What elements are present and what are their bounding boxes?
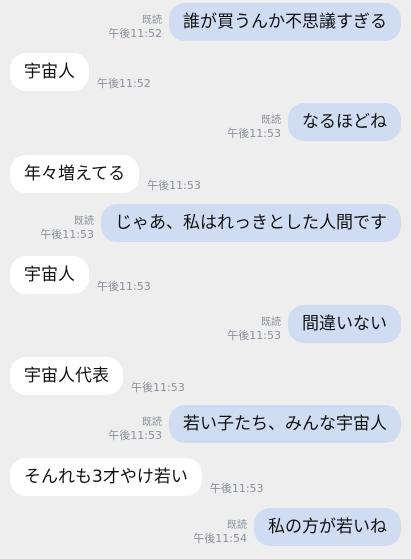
read-receipt: 既読: [261, 317, 281, 328]
message-incoming: 宇宙人 午後11:53: [10, 256, 151, 294]
message-time: 午後11:53: [227, 127, 281, 140]
message-meta: 既読 午後11:54: [193, 520, 247, 546]
message-bubble[interactable]: 宇宙人: [10, 53, 89, 91]
message-outgoing: 既読 午後11:53 じゃあ、私はれっきとした人間です: [40, 204, 401, 242]
message-meta: 既読 午後11:53: [108, 417, 162, 443]
message-incoming: 宇宙人 午後11:52: [10, 53, 151, 91]
message-time: 午後11:53: [40, 228, 94, 241]
message-bubble[interactable]: 若い子たち、みんな宇宙人: [169, 405, 401, 443]
read-receipt: 既読: [142, 15, 162, 26]
message-time: 午後11:53: [147, 179, 201, 192]
message-outgoing: 既読 午後11:54 私の方が若いね: [193, 508, 401, 546]
message-outgoing: 既読 午後11:53 若い子たち、みんな宇宙人: [108, 405, 401, 443]
message-bubble[interactable]: 宇宙人代表: [10, 357, 123, 395]
message-time: 午後11:53: [131, 381, 185, 394]
message-bubble[interactable]: じゃあ、私はれっきとした人間です: [101, 204, 401, 242]
message-outgoing: 既読 午後11:53 間違いない: [227, 305, 401, 343]
message-time: 午後11:52: [97, 77, 151, 90]
read-receipt: 既読: [261, 115, 281, 126]
message-incoming: そんれも3才やけ若い 午後11:53: [10, 458, 264, 496]
message-time: 午後11:53: [108, 429, 162, 442]
message-meta: 既読 午後11:53: [40, 216, 94, 242]
message-bubble[interactable]: なるほどね: [288, 103, 401, 141]
message-bubble[interactable]: そんれも3才やけ若い: [10, 458, 202, 496]
message-time: 午後11:53: [209, 482, 264, 495]
message-bubble[interactable]: 誰が買うんか不思議すぎる: [169, 3, 401, 41]
message-outgoing: 既読 午後11:53 なるほどね: [227, 103, 401, 141]
message-meta: 午後11:53: [210, 482, 264, 496]
message-incoming: 宇宙人代表 午後11:53: [10, 357, 185, 395]
read-receipt: 既読: [227, 520, 247, 531]
message-meta: 午後11:53: [131, 381, 185, 395]
message-time: 午後11:53: [227, 329, 281, 342]
message-time: 午後11:54: [193, 532, 247, 545]
message-meta: 既読 午後11:53: [227, 115, 281, 141]
message-bubble[interactable]: 年々増えてる: [10, 155, 140, 193]
read-receipt: 既読: [142, 417, 162, 428]
message-bubble[interactable]: 間違いない: [288, 305, 401, 343]
message-meta: 既読 午後11:53: [227, 317, 281, 343]
message-meta: 既読 午後11:52: [108, 15, 162, 41]
message-meta: 午後11:52: [97, 77, 151, 91]
chat-thread: 既読 午後11:52 誰が買うんか不思議すぎる 宇宙人 午後11:52 既読 午…: [0, 0, 411, 559]
message-bubble[interactable]: 私の方が若いね: [254, 508, 401, 546]
message-incoming: 年々増えてる 午後11:53: [10, 155, 201, 193]
message-outgoing: 既読 午後11:52 誰が買うんか不思議すぎる: [108, 3, 401, 41]
message-time: 午後11:53: [97, 280, 151, 293]
message-meta: 午後11:53: [97, 280, 151, 294]
message-meta: 午後11:53: [147, 179, 201, 193]
message-time: 午後11:52: [108, 27, 162, 40]
message-bubble[interactable]: 宇宙人: [10, 256, 89, 294]
read-receipt: 既読: [74, 216, 94, 227]
